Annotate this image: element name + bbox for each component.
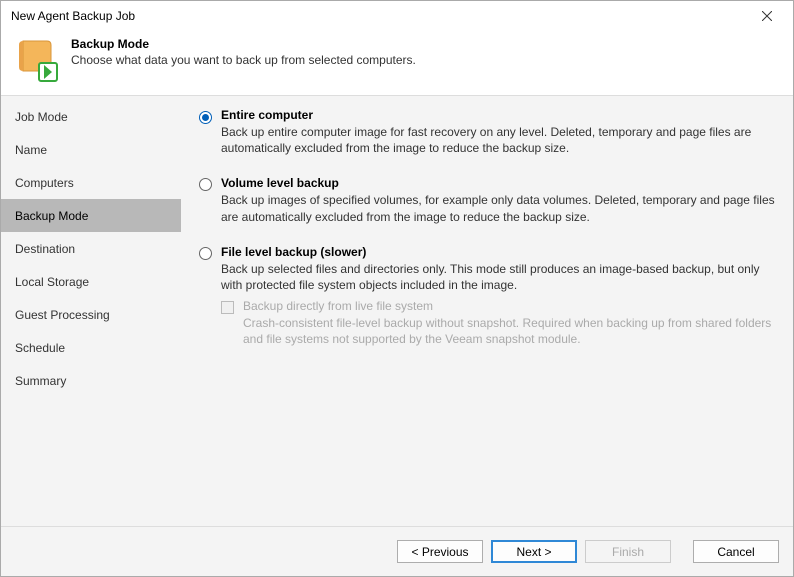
banner: Backup Mode Choose what data you want to… [1, 31, 793, 96]
direct-live-fs-desc: Crash-consistent file-level backup witho… [243, 315, 775, 347]
option-desc: Back up images of specified volumes, for… [221, 192, 775, 224]
sidebar-item-name[interactable]: Name [1, 133, 181, 166]
sidebar-item-label: Destination [15, 242, 75, 256]
wizard-body: Job Mode Name Computers Backup Mode Dest… [1, 96, 793, 526]
sidebar-item-local-storage[interactable]: Local Storage [1, 265, 181, 298]
option-title: Volume level backup [221, 176, 775, 190]
backup-mode-icon [13, 35, 61, 83]
close-button[interactable] [749, 4, 785, 28]
sidebar-item-guest-processing[interactable]: Guest Processing [1, 298, 181, 331]
sidebar-item-computers[interactable]: Computers [1, 166, 181, 199]
sidebar-item-label: Schedule [15, 341, 65, 355]
footer: < Previous Next > Finish Cancel [1, 526, 793, 576]
sidebar-item-label: Guest Processing [15, 308, 110, 322]
option-file-level: File level backup (slower) Back up selec… [199, 245, 775, 348]
sidebar-item-backup-mode[interactable]: Backup Mode [1, 199, 181, 232]
sidebar: Job Mode Name Computers Backup Mode Dest… [1, 96, 181, 526]
sidebar-item-label: Summary [15, 374, 66, 388]
banner-subtitle: Choose what data you want to back up fro… [71, 53, 416, 67]
sidebar-item-destination[interactable]: Destination [1, 232, 181, 265]
sidebar-item-label: Computers [15, 176, 74, 190]
previous-button[interactable]: < Previous [397, 540, 483, 563]
sidebar-item-label: Backup Mode [15, 209, 88, 223]
cancel-button[interactable]: Cancel [693, 540, 779, 563]
next-button[interactable]: Next > [491, 540, 577, 563]
option-desc: Back up selected files and directories o… [221, 261, 775, 293]
banner-title: Backup Mode [71, 37, 416, 51]
option-desc: Back up entire computer image for fast r… [221, 124, 775, 156]
titlebar: New Agent Backup Job [1, 1, 793, 31]
option-title: Entire computer [221, 108, 775, 122]
sidebar-item-label: Job Mode [15, 110, 68, 124]
sidebar-item-schedule[interactable]: Schedule [1, 331, 181, 364]
content: Entire computer Back up entire computer … [181, 96, 793, 526]
sidebar-item-label: Name [15, 143, 47, 157]
option-title: File level backup (slower) [221, 245, 775, 259]
sidebar-item-job-mode[interactable]: Job Mode [1, 100, 181, 133]
wizard-window: New Agent Backup Job Backup Mode Choose … [0, 0, 794, 577]
sidebar-item-label: Local Storage [15, 275, 89, 289]
finish-button: Finish [585, 540, 671, 563]
volume-level-radio[interactable] [199, 178, 212, 191]
close-icon [762, 11, 772, 21]
option-volume-level: Volume level backup Back up images of sp… [199, 176, 775, 224]
option-entire-computer: Entire computer Back up entire computer … [199, 108, 775, 156]
file-level-radio[interactable] [199, 247, 212, 260]
window-title: New Agent Backup Job [9, 9, 749, 23]
sidebar-item-summary[interactable]: Summary [1, 364, 181, 397]
direct-live-fs-checkbox [221, 301, 234, 314]
direct-live-fs-suboption: Backup directly from live file system Cr… [221, 299, 775, 347]
direct-live-fs-label: Backup directly from live file system [243, 299, 775, 313]
entire-computer-radio[interactable] [199, 111, 212, 124]
banner-text: Backup Mode Choose what data you want to… [71, 35, 416, 67]
